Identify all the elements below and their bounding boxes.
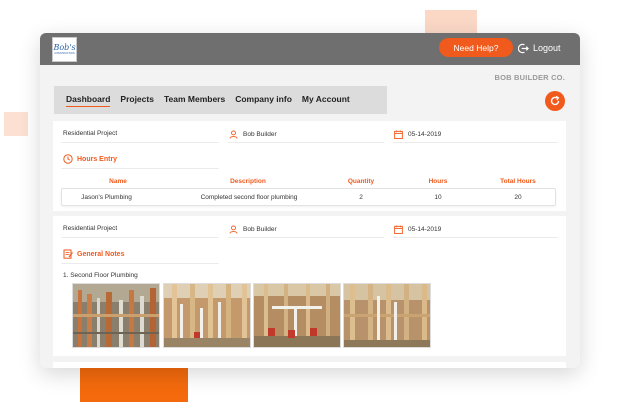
clock-icon — [63, 154, 73, 164]
divider — [228, 237, 384, 238]
divider — [61, 237, 219, 238]
note-photo[interactable] — [72, 283, 160, 348]
logo-subtext: CONSTRUCTION — [54, 52, 75, 55]
divider — [61, 142, 219, 143]
column-header-quantity: Quantity — [347, 178, 375, 185]
hours-entry-title[interactable]: Hours Entry — [63, 154, 117, 164]
column-header-name: Name — [109, 178, 127, 185]
divider — [61, 263, 219, 264]
general-notes-title[interactable]: General Notes — [63, 249, 124, 259]
project-date: 05-14-2019 — [394, 130, 441, 139]
logout-icon — [518, 43, 529, 53]
project-label: Residential Project — [63, 225, 117, 232]
top-bar: Bob's CONSTRUCTION Need Help? Logout — [40, 33, 580, 65]
next-card — [53, 362, 566, 368]
hours-entry-card: Residential Project Bob Builder 05-14-20… — [53, 121, 566, 211]
project-user: Bob Builder — [229, 130, 277, 139]
user-name: Bob Builder — [243, 226, 277, 233]
calendar-icon — [394, 130, 403, 139]
tab-team-members[interactable]: Team Members — [164, 94, 225, 106]
divider — [61, 168, 219, 169]
company-logo[interactable]: Bob's CONSTRUCTION — [52, 37, 77, 62]
notes-icon — [63, 249, 73, 259]
note-photo[interactable] — [253, 283, 341, 348]
need-help-button[interactable]: Need Help? — [439, 38, 513, 57]
column-header-hours: Hours — [428, 178, 448, 185]
cell-total-hours: 20 — [514, 194, 522, 201]
app-window: Bob's CONSTRUCTION Need Help? Logout BOB… — [40, 33, 580, 368]
project-user: Bob Builder — [229, 225, 277, 234]
user-icon — [229, 130, 238, 139]
project-date: 05-14-2019 — [394, 225, 441, 234]
nav-tabs: Dashboard Projects Team Members Company … — [54, 86, 387, 114]
divider — [393, 142, 558, 143]
divider — [228, 142, 384, 143]
cell-quantity: 2 — [359, 194, 363, 201]
tab-projects[interactable]: Projects — [120, 94, 154, 106]
logo-text: Bob's — [53, 43, 76, 52]
general-notes-card: Residential Project Bob Builder 05-14-20… — [53, 216, 566, 356]
tab-dashboard[interactable]: Dashboard — [66, 94, 111, 107]
logout-button[interactable]: Logout — [518, 39, 561, 57]
calendar-icon — [394, 225, 403, 234]
section-title-text: Hours Entry — [77, 155, 118, 163]
tab-my-account[interactable]: My Account — [302, 94, 350, 106]
refresh-icon — [550, 95, 560, 106]
date-value: 05-14-2019 — [408, 131, 442, 138]
date-value: 05-14-2019 — [408, 226, 442, 233]
project-name: Residential Project — [63, 130, 118, 137]
user-name: Bob Builder — [243, 131, 277, 138]
cell-description: Completed second floor plumbing — [200, 194, 298, 201]
project-label: Residential Project — [63, 130, 117, 137]
decorative-bar-bottom — [80, 368, 188, 402]
column-header-description: Description — [230, 178, 266, 185]
tab-company-info[interactable]: Company info — [235, 94, 292, 106]
section-title-text: General Notes — [77, 250, 125, 258]
cell-hours: 10 — [434, 194, 442, 201]
divider — [393, 237, 558, 238]
decorative-square-left — [4, 112, 28, 136]
user-icon — [229, 225, 238, 234]
note-text: 1. Second Floor Plumbing — [63, 272, 138, 279]
note-photo[interactable] — [163, 283, 251, 348]
project-name: Residential Project — [63, 225, 118, 232]
table-row[interactable]: Jason's Plumbing Completed second floor … — [61, 188, 556, 206]
cell-name: Jason's Plumbing — [81, 194, 132, 201]
logout-label: Logout — [533, 43, 561, 53]
column-header-total-hours: Total Hours — [500, 178, 536, 185]
note-photo[interactable] — [343, 283, 431, 348]
company-name: BOB BUILDER CO. — [494, 73, 565, 82]
refresh-button[interactable] — [545, 91, 565, 111]
